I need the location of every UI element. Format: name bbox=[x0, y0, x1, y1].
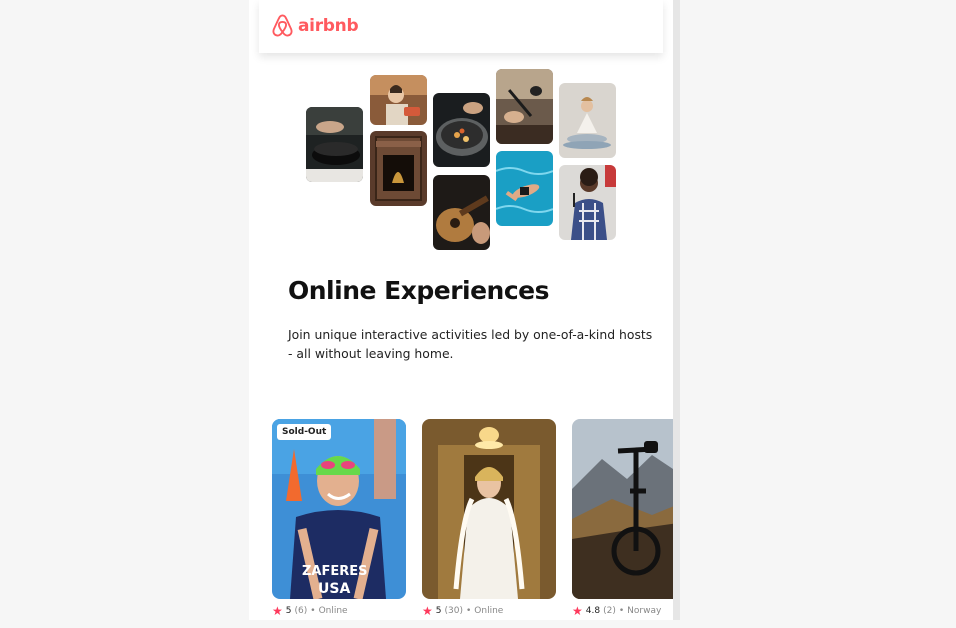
experience-card[interactable]: ★ 4.8 (2) • Norway bbox=[572, 419, 673, 618]
svg-text:ZAFERES: ZAFERES bbox=[302, 564, 368, 579]
experience-card[interactable]: ZAFERES USA Sold-Out ★ 5 (6) • Online bbox=[272, 419, 406, 618]
card-location: Norway bbox=[627, 606, 662, 616]
photo-microphone bbox=[496, 69, 553, 144]
card-location: Online bbox=[474, 606, 504, 616]
photo-guitar-player bbox=[433, 175, 490, 250]
star-icon: ★ bbox=[422, 604, 433, 618]
card-rating: 5 bbox=[285, 606, 292, 616]
photo-cooking-pot bbox=[306, 107, 363, 182]
svg-text:USA: USA bbox=[318, 581, 350, 597]
sold-out-badge: Sold-Out bbox=[277, 424, 332, 440]
card-meta: ★ 5 (30) • Online bbox=[422, 604, 556, 618]
photo-pan-with-dish bbox=[433, 93, 490, 167]
card-location: Online bbox=[318, 606, 348, 616]
card-image[interactable] bbox=[422, 419, 556, 599]
photo-fireplace bbox=[370, 131, 427, 206]
card-rating: 4.8 bbox=[585, 606, 601, 616]
top-navbar: airbnb bbox=[259, 0, 663, 53]
card-image[interactable] bbox=[572, 419, 673, 599]
card-reviews: (30) bbox=[444, 606, 463, 616]
card-separator: • bbox=[465, 606, 472, 616]
photo-meditation bbox=[559, 83, 616, 158]
card-separator: • bbox=[310, 606, 316, 616]
card-reviews: (2) bbox=[603, 606, 616, 616]
card-meta: ★ 4.8 (2) • Norway bbox=[572, 604, 673, 618]
star-icon: ★ bbox=[272, 604, 283, 618]
scrollbar[interactable] bbox=[673, 0, 680, 620]
photo-swimmer-in-pool bbox=[496, 151, 553, 226]
card-reviews: (6) bbox=[294, 606, 308, 616]
photo-woman-with-cake bbox=[370, 75, 427, 125]
card-image[interactable]: ZAFERES USA Sold-Out bbox=[272, 419, 406, 599]
airbnb-icon bbox=[272, 14, 293, 37]
page-title: Online Experiences bbox=[288, 276, 550, 305]
card-meta: ★ 5 (6) • Online bbox=[272, 604, 406, 618]
mobile-viewport: airbnb Online Experiences Join unique in… bbox=[249, 0, 673, 620]
photo-singer bbox=[559, 165, 616, 240]
card-separator: • bbox=[618, 606, 625, 616]
airbnb-logo[interactable]: airbnb bbox=[271, 13, 359, 38]
page-subtitle: Join unique interactive activities led b… bbox=[288, 327, 653, 361]
experience-card[interactable]: ★ 5 (30) • Online bbox=[422, 419, 556, 618]
brand-name: airbnb bbox=[298, 15, 359, 36]
star-icon: ★ bbox=[572, 604, 583, 618]
card-rating: 5 bbox=[435, 606, 442, 616]
